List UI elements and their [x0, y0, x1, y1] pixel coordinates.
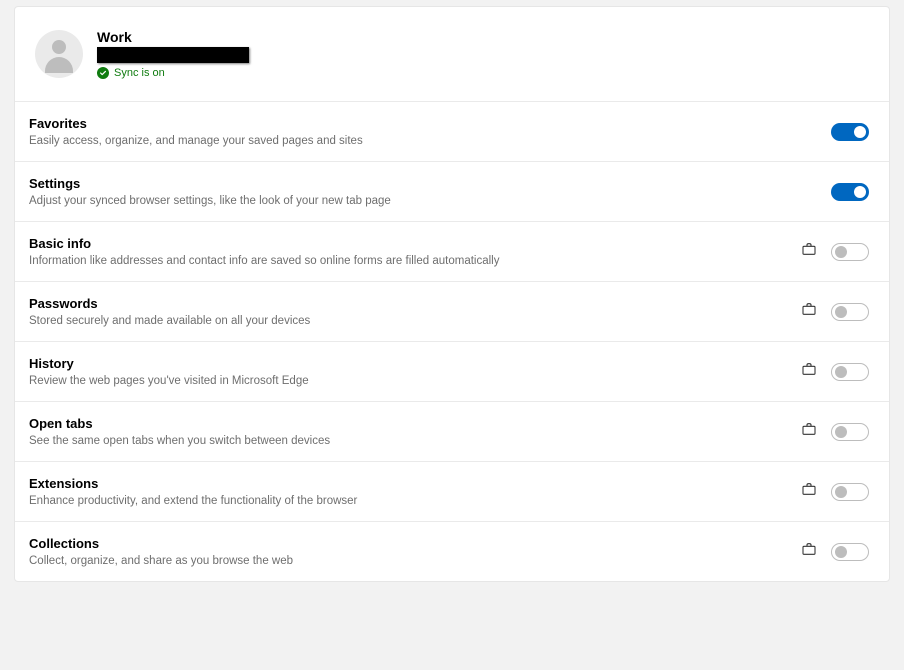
row-desc: Collect, organize, and share as you brow… — [29, 555, 293, 567]
row-controls — [831, 183, 869, 201]
sync-status-text: Sync is on — [114, 67, 165, 79]
sync-row: Collections Collect, organize, and share … — [15, 521, 889, 581]
row-controls — [801, 241, 869, 262]
briefcase-icon — [801, 241, 817, 262]
toggle-switch[interactable] — [831, 183, 869, 201]
row-desc: Adjust your synced browser settings, lik… — [29, 195, 391, 207]
briefcase-icon — [801, 481, 817, 502]
toggle-switch[interactable] — [831, 363, 869, 381]
row-title: History — [29, 356, 309, 371]
row-desc: Information like addresses and contact i… — [29, 255, 499, 267]
profile-name: Work — [97, 29, 249, 45]
briefcase-icon — [801, 301, 817, 322]
row-title: Basic info — [29, 236, 499, 251]
toggle-switch[interactable] — [831, 123, 869, 141]
sync-status-row: Sync is on — [97, 67, 249, 79]
row-title: Passwords — [29, 296, 310, 311]
sync-settings-card: Work Sync is on Favorites Easily access, … — [14, 6, 890, 582]
row-desc: Enhance productivity, and extend the fun… — [29, 495, 357, 507]
row-desc: Review the web pages you've visited in M… — [29, 375, 309, 387]
row-controls — [801, 481, 869, 502]
sync-row: Passwords Stored securely and made availa… — [15, 281, 889, 341]
row-title: Extensions — [29, 476, 357, 491]
briefcase-icon — [801, 421, 817, 442]
sync-row: Basic info Information like addresses and… — [15, 221, 889, 281]
toggle-switch[interactable] — [831, 483, 869, 501]
toggle-switch[interactable] — [831, 243, 869, 261]
row-desc: Easily access, organize, and manage your… — [29, 135, 363, 147]
row-desc: See the same open tabs when you switch b… — [29, 435, 330, 447]
row-title: Open tabs — [29, 416, 330, 431]
row-desc: Stored securely and made available on al… — [29, 315, 310, 327]
row-controls — [801, 361, 869, 382]
row-text: Settings Adjust your synced browser setti… — [29, 176, 391, 207]
sync-row: Favorites Easily access, organize, and ma… — [15, 101, 889, 161]
profile-header: Work Sync is on — [15, 7, 889, 101]
profile-email-redacted — [97, 47, 249, 63]
row-text: Collections Collect, organize, and share … — [29, 536, 293, 567]
row-controls — [801, 541, 869, 562]
sync-row: Open tabs See the same open tabs when you… — [15, 401, 889, 461]
briefcase-icon — [801, 541, 817, 562]
sync-row: History Review the web pages you've visit… — [15, 341, 889, 401]
toggle-switch[interactable] — [831, 303, 869, 321]
row-controls — [801, 421, 869, 442]
row-text: History Review the web pages you've visit… — [29, 356, 309, 387]
row-text: Basic info Information like addresses and… — [29, 236, 499, 267]
row-text: Extensions Enhance productivity, and exte… — [29, 476, 357, 507]
row-controls — [801, 301, 869, 322]
profile-meta: Work Sync is on — [97, 29, 249, 79]
toggle-switch[interactable] — [831, 543, 869, 561]
check-circle-icon — [97, 67, 109, 79]
sync-row: Settings Adjust your synced browser setti… — [15, 161, 889, 221]
row-title: Favorites — [29, 116, 363, 131]
row-title: Settings — [29, 176, 391, 191]
row-text: Open tabs See the same open tabs when you… — [29, 416, 330, 447]
sync-row: Extensions Enhance productivity, and exte… — [15, 461, 889, 521]
avatar — [35, 30, 83, 78]
row-controls — [831, 123, 869, 141]
row-text: Passwords Stored securely and made availa… — [29, 296, 310, 327]
toggle-switch[interactable] — [831, 423, 869, 441]
row-title: Collections — [29, 536, 293, 551]
row-text: Favorites Easily access, organize, and ma… — [29, 116, 363, 147]
briefcase-icon — [801, 361, 817, 382]
